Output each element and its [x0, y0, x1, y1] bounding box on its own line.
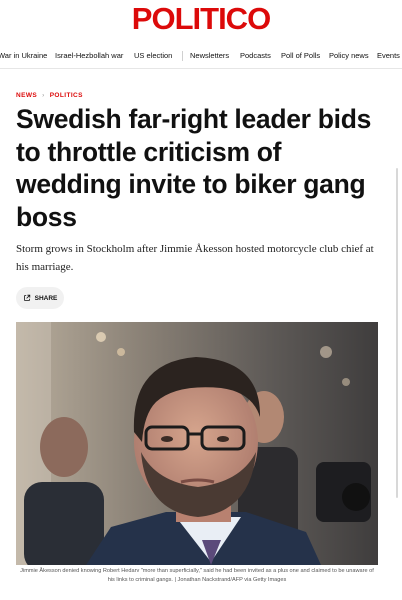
- nav-item-events[interactable]: Events: [377, 51, 400, 60]
- nav-item-newsletters[interactable]: Newsletters: [190, 51, 229, 60]
- breadcrumb-news[interactable]: NEWS: [16, 92, 37, 99]
- nav-item-podcasts[interactable]: Podcasts: [240, 51, 271, 60]
- masthead: POLITICO: [0, 0, 402, 40]
- share-button[interactable]: SHARE: [16, 287, 64, 309]
- nav-item-war-in-ukraine[interactable]: War in Ukraine: [0, 51, 47, 60]
- article-photo-image: [16, 322, 378, 565]
- top-nav: War in Ukraine Israel-Hezbollah war US e…: [0, 48, 402, 66]
- breadcrumb-politics[interactable]: POLITICS: [50, 92, 83, 99]
- scrollbar[interactable]: [396, 168, 398, 498]
- nav-item-israel-hezbollah-war[interactable]: Israel-Hezbollah war: [55, 51, 123, 60]
- nav-item-us-election[interactable]: US election: [134, 51, 172, 60]
- share-label: SHARE: [34, 294, 58, 302]
- nav-divider-line: [0, 68, 402, 69]
- nav-divider: [182, 51, 183, 61]
- photo-caption: Jimmie Åkesson denied knowing Robert Hed…: [20, 568, 374, 583]
- breadcrumb: NEWS › POLITICS: [16, 92, 83, 99]
- share-icon: [23, 294, 30, 301]
- article-dek: Storm grows in Stockholm after Jimmie Åk…: [16, 243, 374, 273]
- article-headline: Swedish far-right leader bids to throttl…: [16, 104, 372, 232]
- article-photo: [16, 322, 378, 565]
- nav-item-poll-of-polls[interactable]: Poll of Polls: [281, 51, 320, 60]
- politico-logo[interactable]: POLITICO: [0, 2, 402, 36]
- chevron-right-icon: ›: [42, 92, 45, 99]
- nav-item-policy-news[interactable]: Policy news: [329, 51, 369, 60]
